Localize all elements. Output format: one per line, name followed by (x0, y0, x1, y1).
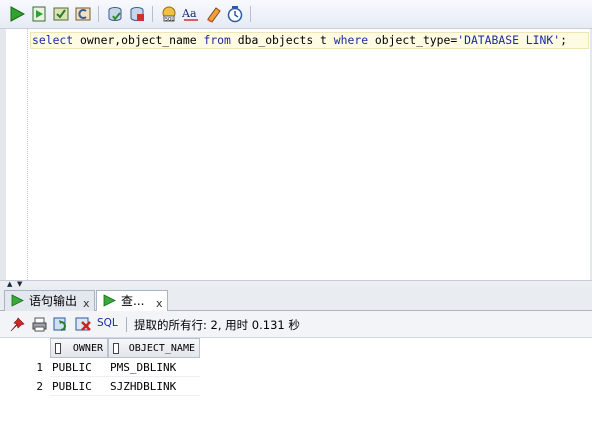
toolbar-separator (98, 6, 99, 22)
toolbar-separator (126, 317, 127, 332)
toolbar-separator (250, 6, 251, 22)
sql-terminator: ; (560, 33, 567, 47)
commit-icon[interactable] (52, 5, 70, 23)
column-type-icon (113, 343, 119, 354)
cancel-query-icon[interactable] (75, 316, 92, 333)
row-number: 2 (36, 380, 43, 393)
sql-table: dba_objects t (230, 33, 334, 47)
cell-object-name[interactable]: SJZHDBLINK (108, 377, 200, 396)
sql-keyword-where: where (333, 33, 369, 47)
sql-button[interactable]: SQL (97, 317, 118, 329)
sql-editor[interactable]: select owner,object_name from dba_object… (0, 29, 592, 280)
tab-script-output[interactable]: 语句输出 x (4, 290, 95, 311)
cell-owner[interactable]: PUBLIC (50, 358, 108, 377)
run-script-icon (11, 294, 24, 307)
sql-current-line[interactable]: select owner,object_name from dba_object… (30, 32, 589, 49)
column-type-icon (55, 343, 61, 354)
pane-splitter[interactable]: ▲ ▼ (0, 280, 592, 288)
column-header-owner[interactable]: OWNER (50, 338, 108, 358)
run-script-icon[interactable] (30, 5, 48, 23)
tab-query-result[interactable]: 查... x (96, 290, 168, 312)
sql-string-literal: 'DATABASE LINK' (457, 33, 561, 47)
column-header-object-name[interactable]: OBJECT_NAME (108, 338, 200, 358)
explain-plan-icon[interactable] (128, 5, 146, 23)
toolbar-separator (152, 6, 153, 22)
rollback-icon[interactable] (74, 5, 92, 23)
table-row[interactable]: 1 PUBLIC PMS_DBLINK (6, 358, 200, 377)
tab-label: 语句输出 (29, 294, 78, 308)
sql-columns: owner,object_name (73, 33, 204, 47)
result-tabs: 语句输出 x 查... x (0, 287, 592, 312)
sql-condition: object_type= (368, 33, 458, 47)
result-toolbar: SQL 提取的所有行: 2, 用时 0.131 秒 (0, 311, 592, 338)
history-icon[interactable] (226, 5, 244, 23)
eraser-icon[interactable] (204, 5, 222, 23)
pin-icon[interactable] (9, 316, 26, 333)
svg-text:Aa: Aa (182, 7, 197, 20)
cell-owner[interactable]: PUBLIC (50, 377, 108, 396)
run-statement-icon (103, 294, 116, 307)
print-icon[interactable] (31, 316, 48, 333)
column-header-label: OBJECT_NAME (128, 343, 195, 354)
tab-label: 查... (121, 294, 145, 308)
row-number: 1 (36, 361, 43, 374)
sql-keyword-from: from (203, 33, 231, 47)
sql-tuning-icon[interactable]: SQL (160, 5, 178, 23)
editor-toolbar: SQL Aa (0, 0, 592, 29)
refresh-icon[interactable] (53, 316, 70, 333)
table-row[interactable]: 2 PUBLIC SJZHDBLINK (6, 377, 200, 396)
editor-gutter (6, 29, 28, 280)
svg-text:SQL: SQL (165, 17, 174, 23)
autotrace-icon[interactable] (106, 5, 124, 23)
column-header-label: OWNER (72, 343, 103, 354)
format-case-icon[interactable]: Aa (182, 5, 200, 23)
fetch-status: 提取的所有行: 2, 用时 0.131 秒 (134, 318, 300, 332)
sql-keyword-select: select (32, 33, 74, 47)
run-statement-icon[interactable] (8, 5, 26, 23)
cell-object-name[interactable]: PMS_DBLINK (108, 358, 200, 377)
